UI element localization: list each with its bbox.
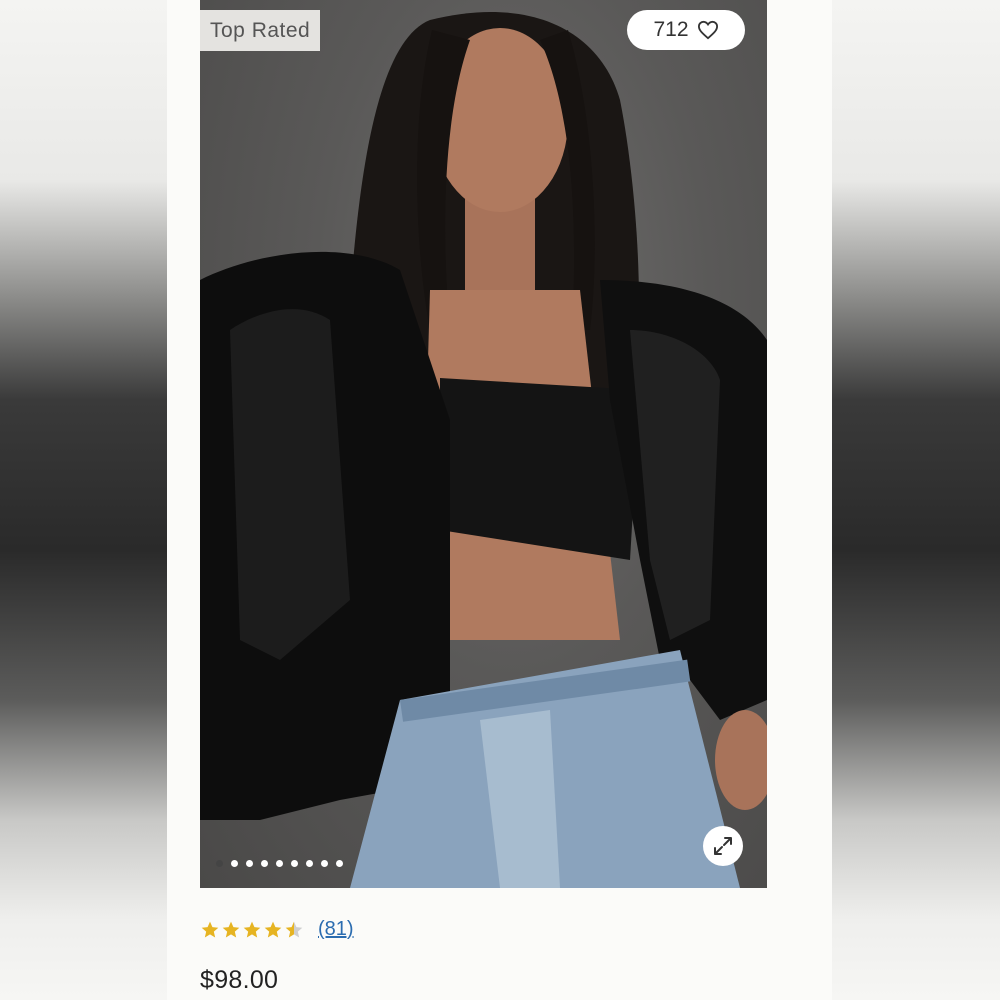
product-rating: (81)	[200, 918, 354, 941]
carousel-dot[interactable]	[216, 860, 223, 867]
blurred-background-left	[0, 0, 167, 1000]
product-price: $98.00	[200, 966, 279, 994]
reviews-link[interactable]: (81)	[318, 918, 354, 941]
carousel-pagination	[216, 860, 343, 867]
likes-count: 712	[653, 18, 689, 41]
favorite-button[interactable]: 712	[627, 10, 745, 50]
carousel-dot[interactable]	[261, 860, 268, 867]
carousel-dot[interactable]	[231, 860, 238, 867]
star-icon	[264, 921, 282, 937]
star-icon	[222, 921, 240, 937]
heart-outline-icon	[697, 20, 718, 40]
star-icon	[285, 921, 303, 937]
carousel-dot[interactable]	[336, 860, 343, 867]
expand-image-button[interactable]	[703, 826, 743, 866]
star-rating	[200, 920, 304, 940]
carousel-dot[interactable]	[321, 860, 328, 867]
carousel-dot[interactable]	[306, 860, 313, 867]
expand-arrows-icon	[714, 837, 732, 855]
top-rated-badge: Top Rated	[200, 10, 321, 51]
star-icon	[201, 921, 219, 937]
carousel-dot[interactable]	[246, 860, 253, 867]
carousel-dot[interactable]	[276, 860, 283, 867]
product-card: Top Rated 712 (81) $98.00	[167, 0, 832, 1000]
product-image-carousel[interactable]: Top Rated 712	[200, 0, 767, 888]
carousel-dot[interactable]	[291, 860, 298, 867]
blurred-background-right	[832, 0, 1000, 1000]
star-icon	[243, 921, 261, 937]
product-photo	[200, 11, 767, 888]
